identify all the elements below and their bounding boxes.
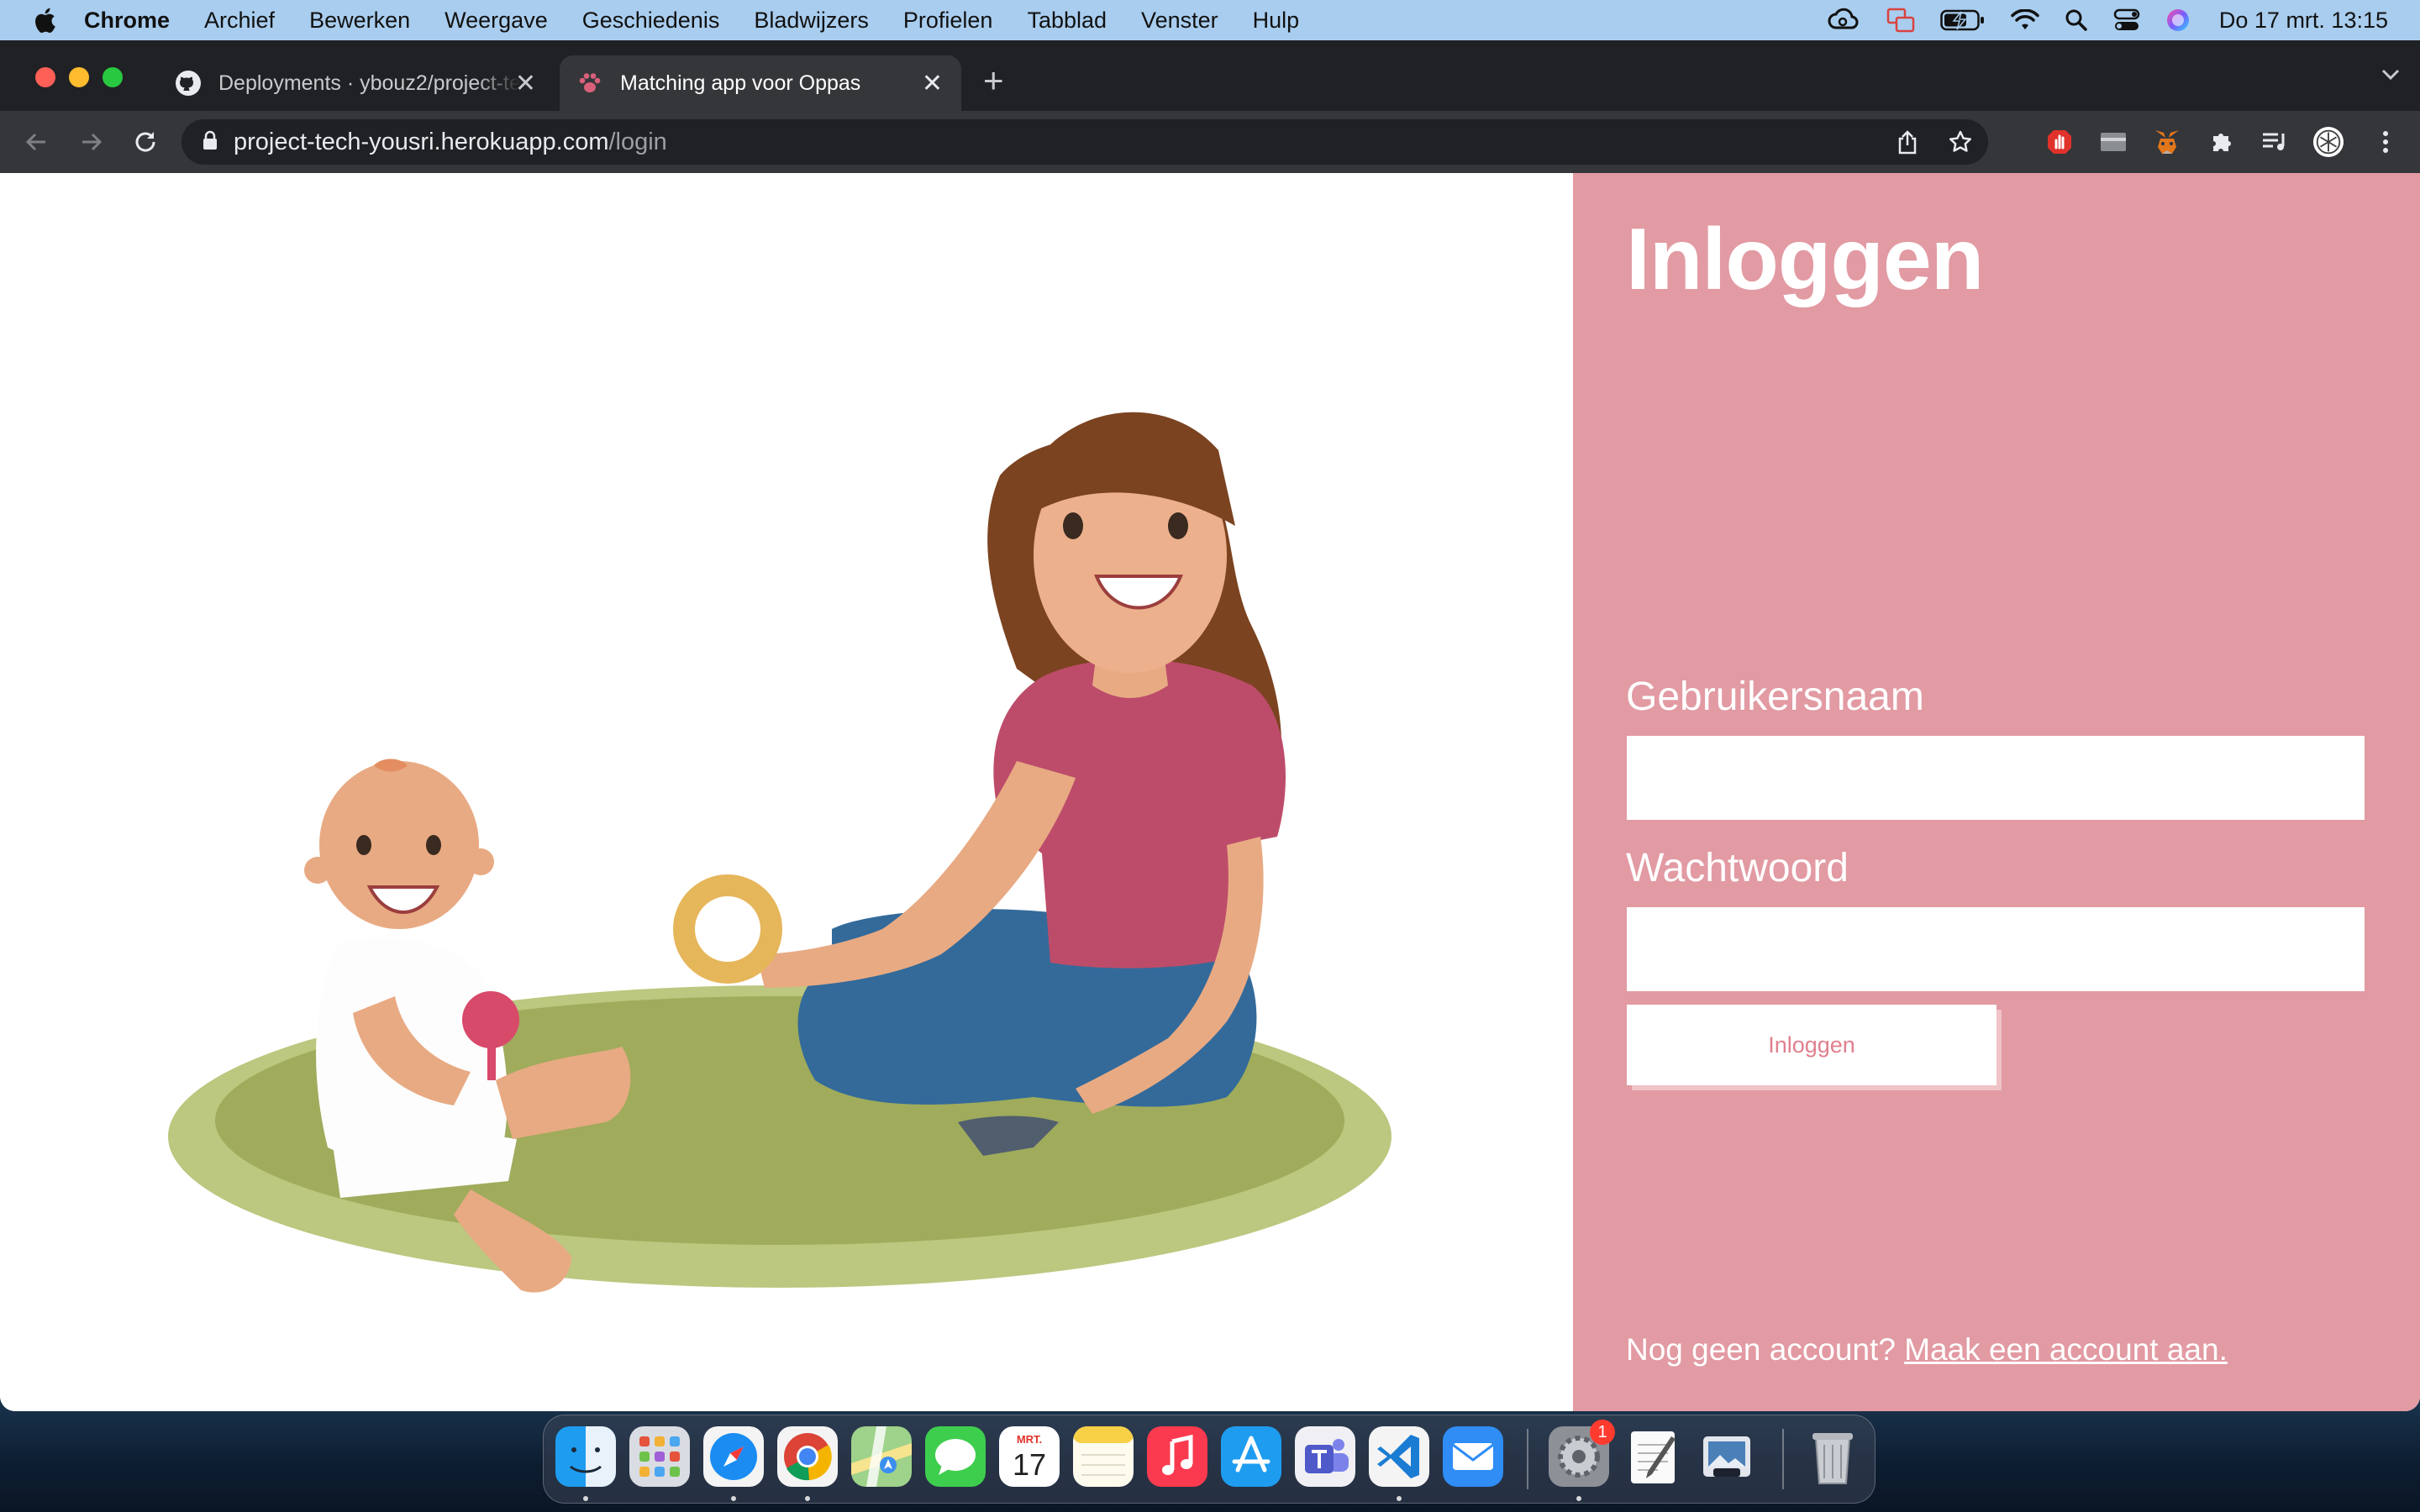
menu-bewerken[interactable]: Bewerken [309,8,410,34]
web-page: Inloggen Gebruikersnaam Wachtwoord Inlog… [0,173,2420,1411]
wifi-icon[interactable] [2011,9,2039,31]
close-tab-icon[interactable]: ✕ [515,69,536,98]
calendar-day: 17 [1013,1447,1046,1482]
calendar-month: MRT. [1017,1433,1042,1446]
github-icon [175,70,202,97]
safari-running-indicator [731,1496,736,1501]
menubar-clock[interactable]: Do 17 mrt. 13:15 [2219,8,2388,34]
password-input[interactable] [1627,907,2365,991]
vscode-running-indicator [1397,1496,1402,1501]
url-path: /login [608,128,667,155]
minimize-window-button[interactable] [69,67,89,87]
more-menu-icon[interactable] [2370,126,2402,158]
tab-matching-app[interactable]: Matching app voor Oppas ✕ [560,55,961,111]
login-panel: Inloggen Gebruikersnaam Wachtwoord Inlog… [1573,173,2420,1411]
menu-bladwijzers[interactable]: Bladwijzers [754,8,869,34]
notes-icon[interactable] [1073,1426,1134,1487]
username-label: Gebruikersnaam [1626,675,1924,719]
notification-badge: 1 [1590,1420,1615,1445]
back-arrow-icon[interactable] [20,126,52,158]
username-input[interactable] [1627,736,2365,820]
bookmark-star-icon[interactable] [1948,129,1973,159]
browser-toolbar: project-tech-yousri.herokuapp.com/login [0,111,2420,173]
menu-tabblad[interactable]: Tabblad [1027,8,1107,34]
address-bar[interactable]: project-tech-yousri.herokuapp.com/login [182,119,1988,165]
dock-separator [1527,1429,1528,1489]
music-icon[interactable] [1147,1426,1207,1487]
media-queue-icon[interactable] [2259,126,2291,158]
menu-hulp[interactable]: Hulp [1253,8,1300,34]
chrome-running-indicator [805,1496,810,1501]
share-icon[interactable] [1896,129,1919,159]
mail-icon[interactable] [1443,1426,1503,1487]
fullscreen-window-button[interactable] [103,67,123,87]
menu-profielen[interactable]: Profielen [903,8,993,34]
chrome-window: Deployments · ybouz2/project-tech-yousri… [0,40,2420,1411]
preview-icon[interactable] [1697,1426,1757,1487]
launchpad-icon[interactable] [629,1426,690,1487]
signup-prompt-text: Nog geen account? [1626,1332,1905,1367]
menu-venster[interactable]: Venster [1141,8,1218,34]
babysitter-illustration [168,412,1392,1293]
macos-dock: MRT. 17 [543,1415,1876,1504]
menu-geschiedenis[interactable]: Geschiedenis [582,8,720,34]
password-label: Wachtwoord [1626,846,1849,890]
profile-avatar-icon[interactable] [2312,126,2344,158]
menu-app-name[interactable]: Chrome [84,8,170,34]
menu-archief[interactable]: Archief [204,8,275,34]
login-title: Inloggen [1626,211,1984,308]
lock-icon[interactable] [202,130,218,155]
system-preferences-running-indicator [1576,1496,1581,1501]
tab-strip: Deployments · ybouz2/project-tech-yousri… [0,40,2420,111]
maps-icon[interactable] [851,1426,912,1487]
puzzle-extensions-icon[interactable] [2205,126,2237,158]
apple-menu-icon[interactable] [34,8,55,33]
reload-icon[interactable] [129,126,161,158]
forward-arrow-icon[interactable] [76,126,108,158]
chrome-icon[interactable] [777,1426,838,1487]
macos-menu-bar: Chrome Archief Bewerken Weergave Geschie… [0,0,2420,40]
calendar-icon[interactable]: MRT.17 [999,1426,1060,1487]
tab-deployments[interactable]: Deployments · ybouz2/project-tech-yousri… [160,55,555,111]
vscode-icon[interactable] [1369,1426,1429,1487]
finder-running-indicator [583,1496,588,1501]
app-store-icon[interactable] [1221,1426,1281,1487]
close-window-button[interactable] [35,67,55,87]
textedit-icon[interactable] [1623,1426,1683,1487]
close-tab-icon[interactable]: ✕ [922,69,943,98]
messages-icon[interactable] [925,1426,986,1487]
siri-icon[interactable] [2165,8,2191,33]
finder-icon[interactable] [555,1426,616,1487]
teams-icon[interactable] [1295,1426,1355,1487]
creative-cloud-icon[interactable] [1826,8,1861,33]
control-center-icon[interactable] [2113,8,2140,32]
signup-prompt: Nog geen account? Maak een account aan. [1626,1332,2228,1368]
create-account-link[interactable]: Maak een account aan. [1904,1332,2228,1367]
stop-hand-extension-icon[interactable] [2044,126,2075,158]
card-extension-icon[interactable] [2097,126,2129,158]
battery-charging-icon[interactable] [1940,9,1986,31]
trash-icon[interactable] [1802,1426,1863,1487]
screen-mirror-icon[interactable] [1886,8,1915,33]
dock-separator [1782,1429,1784,1489]
safari-icon[interactable] [703,1426,764,1487]
tab-title: Matching app voor Oppas [620,71,861,95]
new-tab-button[interactable]: + [983,60,1004,101]
tab-search-chevron-icon[interactable] [2380,66,2402,87]
metamask-fox-icon[interactable] [2151,126,2183,158]
login-button[interactable]: Inloggen [1627,1005,1996,1085]
menu-weergave[interactable]: Weergave [445,8,548,34]
spotlight-search-icon[interactable] [2065,8,2088,32]
url-host: project-tech-yousri.herokuapp.com [234,128,609,155]
tab-title: Deployments · ybouz2/project-tech-yousri [218,71,521,95]
pawprint-icon [576,70,603,97]
